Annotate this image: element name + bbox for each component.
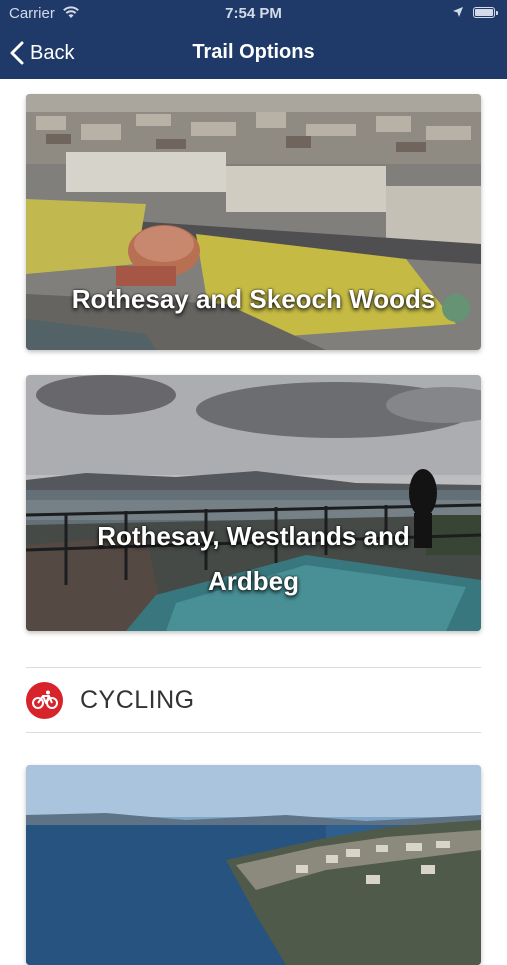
trail-card-rothesay-westlands-ardbeg[interactable]: Rothesay, Westlands and Ardbeg xyxy=(26,375,481,631)
battery-icon xyxy=(473,7,498,18)
bicycle-icon xyxy=(26,681,63,719)
trail-card-title: Rothesay and Skeoch Woods xyxy=(71,284,436,314)
section-header-cycling: CYCLING xyxy=(26,680,481,720)
divider xyxy=(26,667,481,668)
trail-card-rothesay-skeoch[interactable]: Rothesay and Skeoch Woods xyxy=(26,94,481,350)
divider xyxy=(26,732,481,733)
clock: 7:54 PM xyxy=(225,5,282,22)
status-bar: Carrier 7:54 PM xyxy=(0,0,507,28)
trail-card-title-line2: Ardbeg xyxy=(208,566,299,596)
trail-card-cycling[interactable] xyxy=(26,765,481,965)
trail-card-title-line1: Rothesay, Westlands and xyxy=(97,521,410,551)
navigation-bar: Carrier 7:54 PM Back Trail Options xyxy=(0,0,507,79)
section-title: CYCLING xyxy=(80,685,195,714)
trail-image xyxy=(26,765,481,965)
location-arrow-icon xyxy=(453,7,463,17)
page-title: Trail Options xyxy=(192,41,315,63)
